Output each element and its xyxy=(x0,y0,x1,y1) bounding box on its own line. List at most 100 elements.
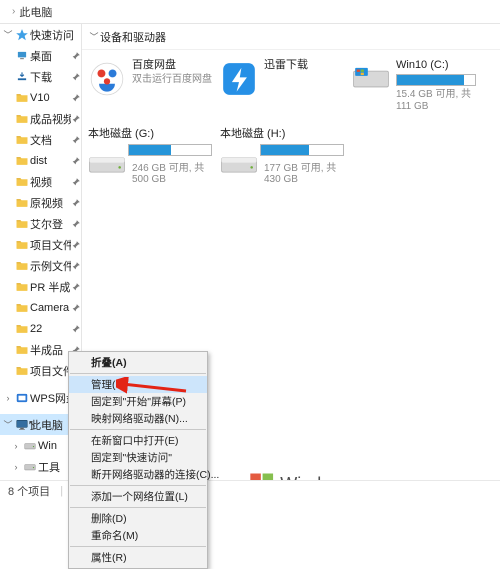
sidebar-item-label: 22 xyxy=(30,323,71,335)
folder-icon xyxy=(14,365,30,376)
baidu-icon xyxy=(86,58,128,100)
pin-icon xyxy=(71,155,81,167)
tile-sub: 15.4 GB 可用, 共 111 GB xyxy=(396,89,476,113)
caret-right-icon[interactable]: › xyxy=(10,441,22,451)
caret-down-icon[interactable]: ﹀ xyxy=(2,28,14,41)
pin-icon xyxy=(71,176,81,188)
context-menu-item[interactable]: 重命名(M) xyxy=(69,527,207,544)
sidebar-item[interactable]: 文档 xyxy=(0,129,81,150)
sidebar-item-label: 半成品 xyxy=(30,342,71,358)
desktop-icon xyxy=(14,50,30,61)
sidebar-item-label: 原视频 xyxy=(30,195,71,211)
download-icon xyxy=(14,71,30,82)
tile-title: 迅雷下载 xyxy=(264,58,344,72)
folder-icon xyxy=(14,323,30,334)
context-menu-item[interactable]: 固定到"快速访问" xyxy=(69,449,207,466)
drive-name: 本地磁盘 (H:) xyxy=(220,125,344,144)
chevron-down-icon[interactable]: ﹀ xyxy=(88,30,100,43)
breadcrumb[interactable]: › 此电脑 xyxy=(0,0,500,24)
caret-right-icon[interactable]: › xyxy=(2,393,14,403)
sidebar-item-label: 视频 xyxy=(30,174,71,190)
context-menu-item[interactable]: 折叠(A) xyxy=(69,354,207,371)
pin-icon xyxy=(71,323,81,335)
sidebar-item[interactable]: 下载 xyxy=(0,66,81,87)
cdrive-icon xyxy=(350,58,392,100)
tiles-row: 百度网盘双击运行百度网盘 迅雷下载 Win10 (C:) 15.4 GB 可用, 共 … xyxy=(82,50,500,121)
sidebar-item[interactable]: dist xyxy=(0,150,81,171)
context-menu-item[interactable]: 映射网络驱动器(N)... xyxy=(69,410,207,427)
quick-access-label: 快速访问 xyxy=(30,27,81,43)
sidebar-item-label: dist xyxy=(30,155,71,167)
context-menu-item[interactable]: 属性(R) xyxy=(69,549,207,566)
sidebar-item[interactable]: 项目文件 xyxy=(0,234,81,255)
pin-icon xyxy=(71,302,81,314)
sidebar-item-label: 文档 xyxy=(30,132,71,148)
tile-sub: 双击运行百度网盘 xyxy=(132,74,212,86)
pin-icon xyxy=(71,239,81,251)
section-header-label: 设备和驱动器 xyxy=(100,29,166,45)
sidebar-item[interactable]: 原视频 xyxy=(0,192,81,213)
tile-title: 百度网盘 xyxy=(132,58,212,72)
folder-icon xyxy=(14,155,30,166)
annotation-arrow xyxy=(116,377,190,399)
sidebar-item[interactable]: 成品视频 xyxy=(0,108,81,129)
sidebar-item[interactable]: 视频 xyxy=(0,171,81,192)
pin-icon xyxy=(71,134,81,146)
sidebar-item-label: 下载 xyxy=(30,69,71,85)
drive-tile[interactable]: 迅雷下载 xyxy=(218,58,344,113)
devices-drives-header[interactable]: ﹀ 设备和驱动器 xyxy=(82,24,500,50)
local-drive[interactable]: 本地磁盘 (H:) 177 GB 可用, 共 430 GB xyxy=(218,125,344,185)
pin-icon xyxy=(71,197,81,209)
drive-sub: 246 GB 可用, 共 500 GB xyxy=(128,159,212,185)
breadcrumb-root[interactable]: 此电脑 xyxy=(19,4,52,20)
star-icon xyxy=(14,28,30,42)
folder-icon xyxy=(14,176,30,187)
sidebar-item[interactable]: Camera xyxy=(0,297,81,318)
breadcrumb-chevron: › xyxy=(12,6,15,17)
sidebar-item[interactable]: 艾尔登 xyxy=(0,213,81,234)
pin-icon xyxy=(71,218,81,230)
drive-icon xyxy=(86,150,128,180)
drive-sub: 177 GB 可用, 共 430 GB xyxy=(260,159,344,185)
folder-icon xyxy=(14,92,30,103)
local-drive[interactable]: 本地磁盘 (G:)246 GB 可用, 共 500 GB xyxy=(86,125,212,185)
sidebar-item-label: 项目文件 xyxy=(30,363,71,379)
sidebar-item[interactable]: V10 xyxy=(0,87,81,108)
pin-icon xyxy=(71,92,81,104)
context-menu-separator xyxy=(70,373,206,374)
sidebar-item-label: V10 xyxy=(30,92,71,104)
context-menu-separator xyxy=(70,507,206,508)
sidebar-item-label: 项目文件 xyxy=(30,237,71,253)
pin-icon xyxy=(71,50,81,62)
sidebar-item[interactable]: PR 半成品 xyxy=(0,276,81,297)
folder-icon xyxy=(14,134,30,145)
folder-icon xyxy=(14,344,30,355)
pin-icon xyxy=(71,281,81,293)
drive-icon xyxy=(22,439,38,453)
context-menu-item[interactable]: 删除(D) xyxy=(69,510,207,527)
context-menu-separator xyxy=(70,485,206,486)
caret-right-icon[interactable]: › xyxy=(10,462,22,472)
folder-icon xyxy=(14,218,30,229)
cursor-icon: ↖ xyxy=(28,419,36,430)
pin-icon xyxy=(71,260,81,272)
quick-access-node[interactable]: ﹀ 快速访问 xyxy=(0,24,81,45)
context-menu-item[interactable]: 断开网络驱动器的连接(C)... xyxy=(69,466,207,483)
context-menu-item[interactable]: 在新窗口中打开(E) xyxy=(69,432,207,449)
sidebar-item-label: 成品视频 xyxy=(30,111,71,127)
context-menu-separator xyxy=(70,429,206,430)
drive-icon xyxy=(22,460,38,474)
sidebar-item-label: 示例文件 xyxy=(30,258,71,274)
tile-title: Win10 (C:) xyxy=(396,58,476,72)
folder-icon xyxy=(14,239,30,250)
drive-icon xyxy=(218,150,260,180)
drive-tile[interactable]: Win10 (C:) 15.4 GB 可用, 共 111 GB xyxy=(350,58,476,113)
caret-down-icon[interactable]: ﹀ xyxy=(2,418,14,431)
folder-icon xyxy=(14,113,30,124)
sidebar-item-label: 桌面 xyxy=(30,48,71,64)
sidebar-item[interactable]: 示例文件 xyxy=(0,255,81,276)
drive-tile[interactable]: 百度网盘双击运行百度网盘 xyxy=(86,58,212,113)
sidebar-item[interactable]: 22 xyxy=(0,318,81,339)
context-menu-item[interactable]: 添加一个网络位置(L) xyxy=(69,488,207,505)
sidebar-item[interactable]: 桌面 xyxy=(0,45,81,66)
